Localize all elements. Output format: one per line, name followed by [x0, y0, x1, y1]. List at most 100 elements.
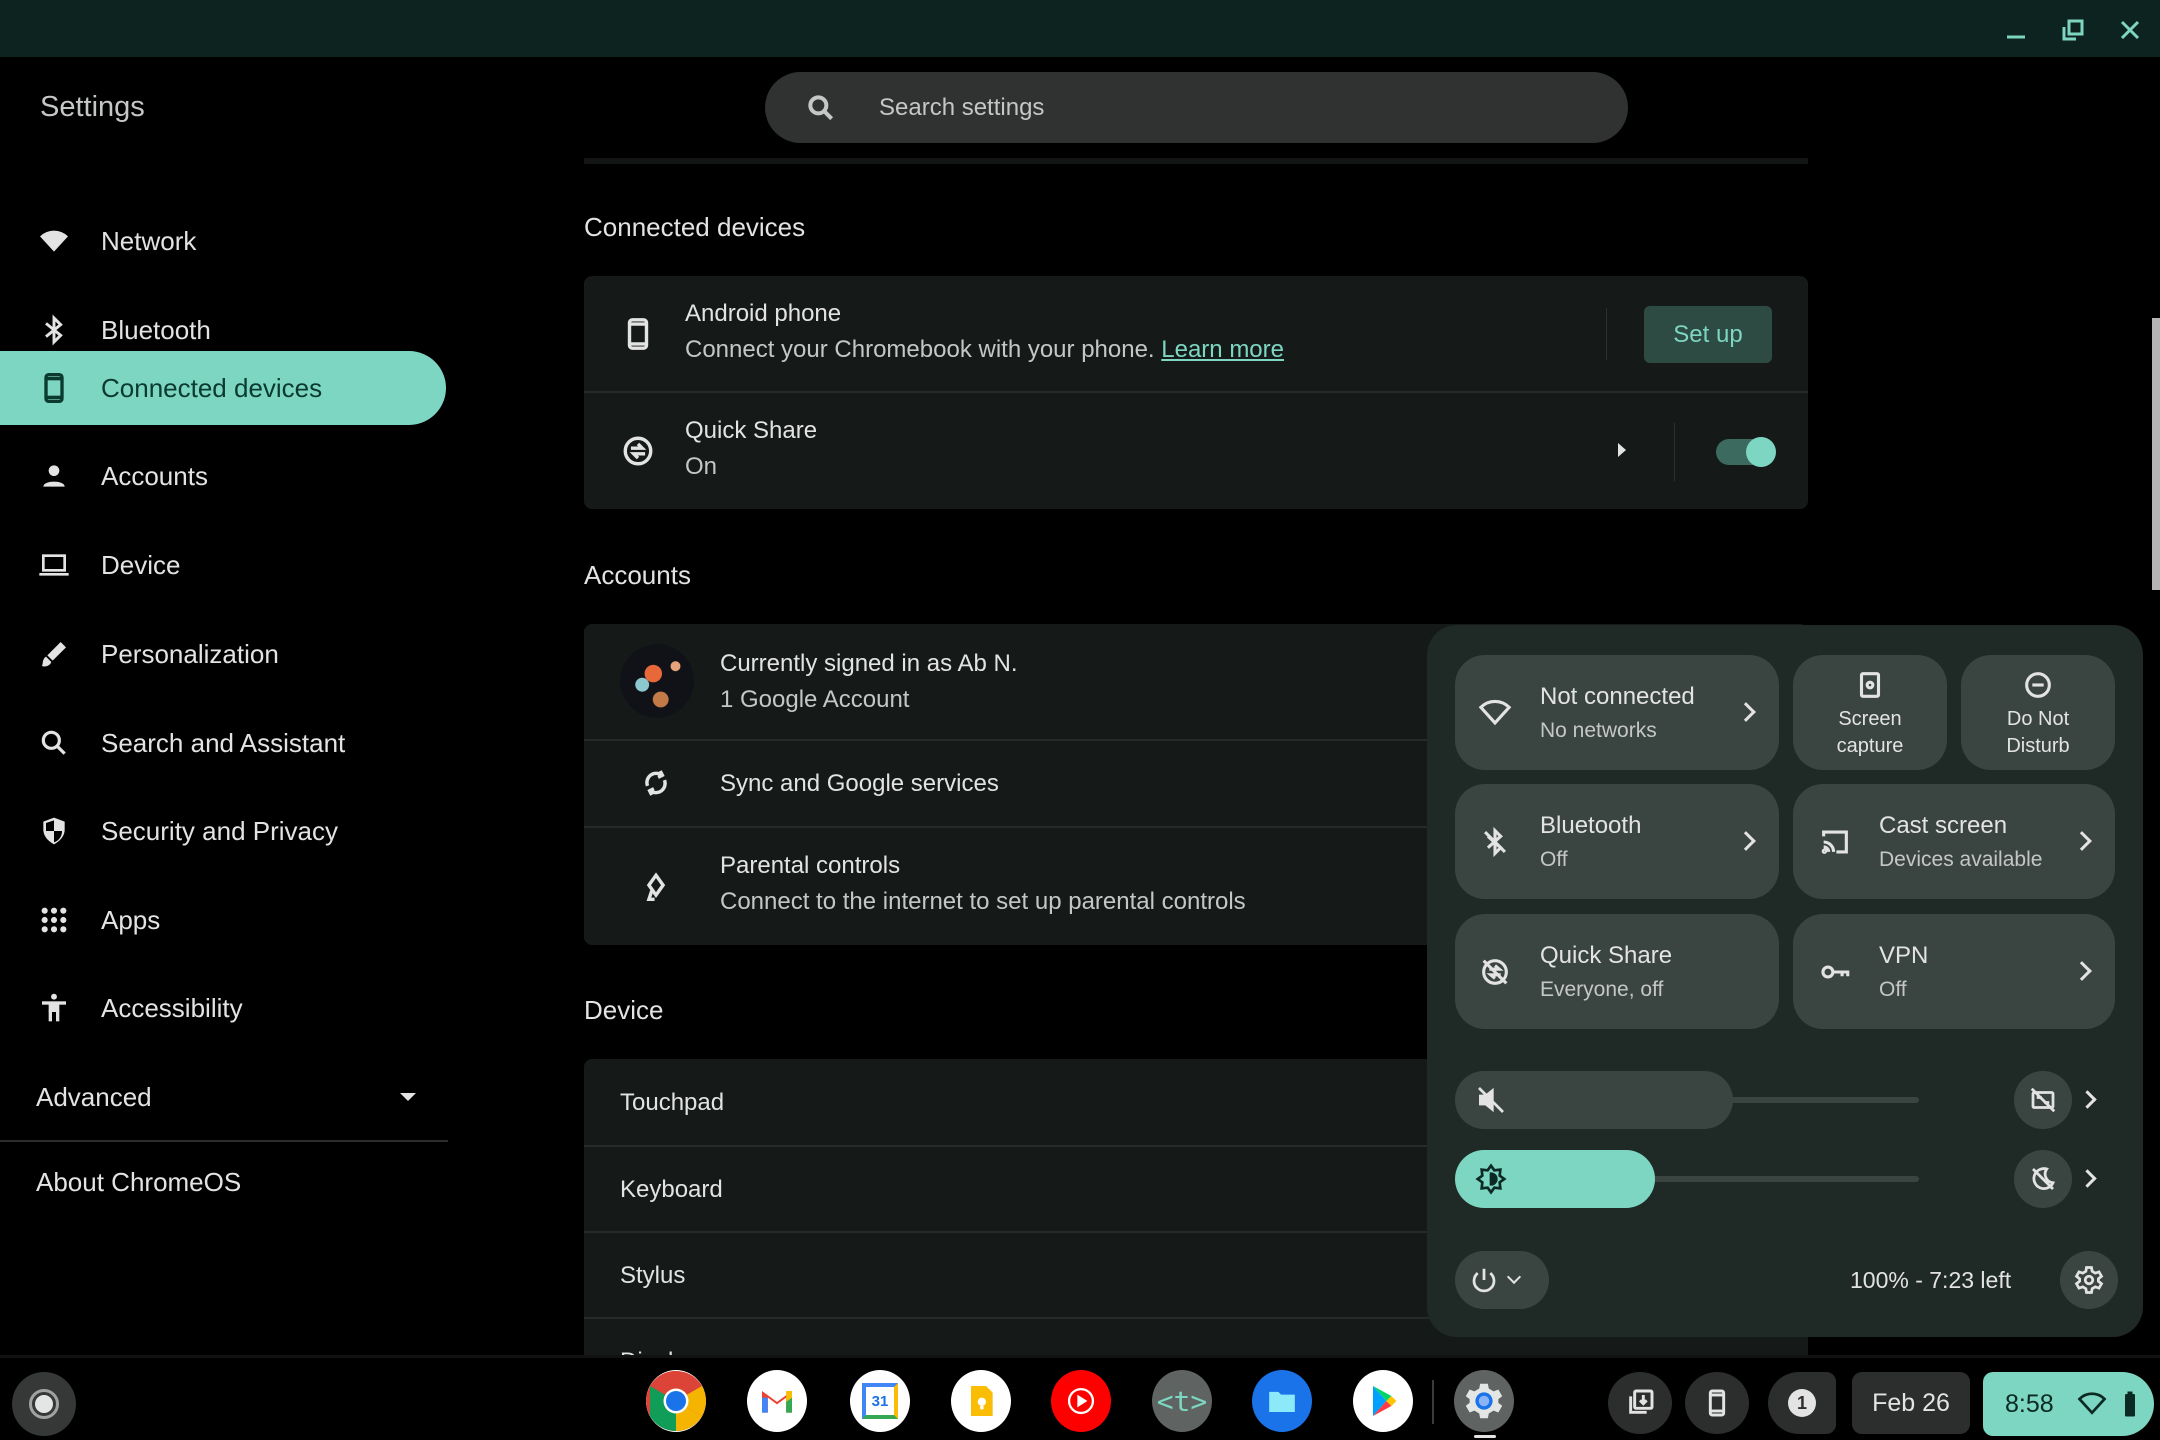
live-caption-button[interactable] [2014, 1071, 2072, 1129]
bluetooth-title: Bluetooth [1540, 812, 1642, 839]
sidebar-item-search-and-assistant[interactable]: Search and Assistant [0, 706, 446, 780]
vertical-separator [1606, 308, 1607, 360]
sidebar-item-label: Accessibility [101, 992, 243, 1023]
title-bar [0, 0, 2160, 57]
power-menu-button[interactable] [1455, 1251, 1549, 1309]
text-app-icon: <t> [1156, 1384, 1208, 1418]
sidebar-item-apps[interactable]: Apps [0, 883, 446, 957]
sidebar-item-accessibility[interactable]: Accessibility [0, 971, 446, 1045]
date-tray-button[interactable]: Feb 26 [1852, 1372, 1970, 1434]
display-settings-chevron-icon[interactable] [2078, 1169, 2097, 1188]
search-input[interactable] [879, 93, 1579, 122]
minimize-button[interactable] [1998, 12, 2034, 48]
shelf-app-play-store[interactable] [1353, 1370, 1413, 1432]
scrollbar[interactable] [2152, 318, 2160, 590]
bluetooth-off-icon [1475, 822, 1515, 862]
sidebar-item-personalization[interactable]: Personalization [0, 617, 446, 691]
notification-count-badge: 1 [1788, 1389, 1816, 1417]
laptop-icon [36, 547, 72, 583]
brightness-icon [1475, 1163, 1507, 1195]
quick-share-tile-subtitle: Everyone, off [1540, 978, 1664, 1001]
shelf-app-youtube-music[interactable] [1051, 1370, 1111, 1432]
shelf: 31 <t> 1 Feb 26 8:58 [0, 1355, 2160, 1440]
active-app-indicator [1474, 1435, 1496, 1438]
wifi-outline-icon [1475, 693, 1515, 733]
sidebar-item-security-and-privacy[interactable]: Security and Privacy [0, 794, 446, 868]
parental-controls-icon [636, 868, 676, 908]
network-tile[interactable]: Not connected No networks [1455, 655, 1779, 770]
shield-icon [36, 813, 72, 849]
learn-more-link[interactable]: Learn more [1161, 336, 1284, 363]
accessibility-icon [36, 990, 72, 1026]
files-icon [1269, 1391, 1295, 1412]
set-up-button[interactable]: Set up [1644, 306, 1772, 363]
chevron-down-icon [1506, 1269, 1522, 1285]
wifi-icon [36, 223, 72, 259]
phone-hub-icon [1708, 1389, 1726, 1417]
screen-capture-tile[interactable]: Screen capture [1793, 655, 1947, 770]
do-not-disturb-tile[interactable]: Do Not Disturb [1961, 655, 2115, 770]
parental-controls-title: Parental controls [720, 852, 901, 879]
battery-icon [2125, 1391, 2135, 1417]
about-chromeos-link[interactable]: About ChromeOS [36, 1167, 241, 1198]
sidebar-item-network[interactable]: Network [0, 204, 446, 278]
phone-hub-button[interactable] [1685, 1372, 1749, 1434]
sidebar-item-label: Apps [101, 904, 161, 935]
android-phone-title: Android phone [685, 300, 842, 327]
holding-space-button[interactable] [1608, 1372, 1672, 1434]
arrow-right-icon [1618, 443, 1626, 457]
status-area-button[interactable]: 8:58 [1983, 1372, 2154, 1436]
bluetooth-tile[interactable]: Bluetooth Off [1455, 784, 1779, 899]
volume-muted-icon [1478, 1087, 1504, 1113]
android-phone-subtitle: Connect your Chromebook with your phone. [685, 336, 1155, 363]
cast-subtitle: Devices available [1879, 848, 2043, 871]
shelf-app-chrome[interactable] [646, 1370, 706, 1432]
gear-icon [2074, 1266, 2104, 1294]
shelf-app-calendar[interactable]: 31 [850, 1370, 910, 1432]
sidebar: Settings Network Bluetooth Connected dev… [0, 57, 450, 1355]
vpn-tile[interactable]: VPN Off [1793, 914, 2115, 1029]
android-phone-row[interactable]: Android phone Connect your Chromebook wi… [584, 276, 1808, 391]
close-button[interactable] [2112, 12, 2148, 48]
chevron-right-icon [2072, 831, 2092, 851]
close-icon [2120, 20, 2140, 40]
section-title-accounts: Accounts [584, 560, 691, 590]
settings-button[interactable] [2060, 1251, 2118, 1309]
battery-status-text: 100% - 7:23 left [1850, 1267, 2012, 1293]
device-row-label: Stylus [620, 1262, 686, 1289]
device-row-label: Touchpad [620, 1089, 725, 1116]
audio-settings-chevron-icon[interactable] [2078, 1090, 2097, 1109]
sidebar-item-connected-devices[interactable]: Connected devices [0, 351, 446, 425]
sidebar-item-label: Personalization [101, 638, 279, 669]
quick-share-row[interactable]: Quick Share On [584, 391, 1808, 509]
vertical-separator [1674, 423, 1675, 481]
shelf-app-gmail[interactable] [747, 1370, 807, 1432]
dnd-label-1: Do Not [2006, 708, 2070, 730]
screen-capture-label-1: Screen [1838, 708, 1902, 730]
search-bar[interactable] [765, 72, 1628, 143]
night-light-button[interactable] [2014, 1150, 2072, 1208]
shelf-app-settings[interactable] [1454, 1370, 1514, 1432]
shelf-app-files[interactable] [1252, 1370, 1312, 1432]
advanced-toggle[interactable]: Advanced [36, 1067, 416, 1127]
phone-icon [618, 314, 658, 354]
quick-share-tile-title: Quick Share [1540, 942, 1673, 969]
launcher-button[interactable] [12, 1372, 76, 1436]
volume-slider[interactable] [1455, 1071, 1919, 1129]
connected-devices-card: Android phone Connect your Chromebook wi… [584, 276, 1808, 509]
shelf-app-keep[interactable] [951, 1370, 1011, 1432]
shelf-app-text[interactable]: <t> [1152, 1370, 1212, 1432]
content-header-divider [584, 158, 1808, 164]
quick-share-off-icon [1475, 952, 1515, 992]
notification-center-button[interactable]: 1 [1768, 1372, 1836, 1434]
sidebar-item-label: Search and Assistant [101, 727, 346, 758]
sidebar-item-device[interactable]: Device [0, 528, 446, 602]
quick-share-toggle[interactable] [1716, 437, 1776, 467]
sidebar-item-accounts[interactable]: Accounts [0, 439, 446, 513]
brightness-slider[interactable] [1455, 1150, 1919, 1208]
cast-icon [1815, 822, 1855, 862]
restore-button[interactable] [2055, 12, 2091, 48]
cast-screen-tile[interactable]: Cast screen Devices available [1793, 784, 2115, 899]
quick-share-tile[interactable]: Quick Share Everyone, off [1455, 914, 1779, 1029]
calendar-icon: 31 [862, 1383, 898, 1419]
